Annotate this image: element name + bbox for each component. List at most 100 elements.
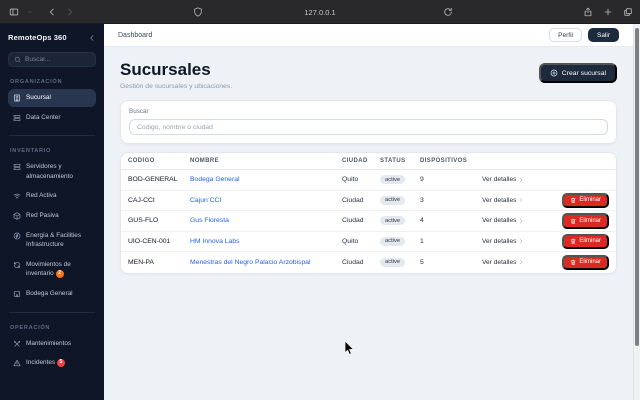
sidebar-item-label: Bodega General (26, 290, 73, 298)
status-badge: active (380, 195, 406, 205)
branch-code: GUS-FLO (128, 217, 159, 225)
branches-table: CODIGO NOMBRE CIUDAD STATUS DISPOSITIVOS BOD… (120, 152, 617, 274)
delete-branch-button[interactable]: Eliminar (561, 213, 609, 229)
status-badge: active (380, 175, 406, 185)
table-row-caj-cci: CAJ-CCI Cajun CCI Ciudad active 3 Ver detalle… (121, 191, 616, 211)
address-bar[interactable]: 127.0.0.1 (304, 0, 335, 24)
sidebar-toggle-icon[interactable] (9, 7, 19, 17)
create-branch-button[interactable]: Crear sucursal (538, 63, 617, 83)
delete-button-label: Eliminar (579, 217, 601, 224)
search-label: Buscar (129, 108, 149, 115)
branch-code: UIO-CEN-001 (128, 237, 171, 245)
view-details-label: Ver detalles (482, 217, 517, 225)
table-header-row: CODIGO NOMBRE CIUDAD STATUS DISPOSITIVOS (121, 153, 616, 170)
table-row-gus-flo: GUS-FLO Gus Floresta Ciudad active 4 Ver deta… (121, 211, 616, 232)
branch-city: Quito (342, 237, 359, 245)
breadcrumb[interactable]: Dashboard (118, 32, 152, 39)
new-tab-icon[interactable] (603, 7, 613, 17)
branch-search-field[interactable] (129, 119, 608, 135)
sidebar-search[interactable] (8, 52, 96, 67)
branch-devices-count: 9 (420, 176, 424, 184)
status-badge: active (380, 257, 406, 267)
delete-button-label: Eliminar (579, 238, 601, 245)
sidebar-search-input[interactable] (25, 56, 90, 63)
search-card: Buscar (120, 100, 617, 144)
branch-name-link[interactable]: Cajun CCI (190, 197, 342, 204)
plus-circle-icon (550, 69, 558, 77)
profile-button[interactable]: Perfil (549, 28, 582, 42)
sidebar-item-label: Data Center (26, 113, 61, 121)
scrollbar-thumb[interactable] (635, 28, 639, 346)
sidebar-item-label: Servidores y almacenamiento (26, 163, 73, 180)
sidebar-divider (9, 135, 95, 137)
share-icon[interactable] (583, 7, 593, 17)
table-row-uio-cen-001: UIO-CEN-001 HM Innova Labs Quito active 1 Ver… (121, 232, 616, 252)
delete-branch-button[interactable]: Eliminar (561, 192, 609, 208)
page-subtitle: Gestión de sucursales y ubicaciones. (120, 83, 233, 90)
server-icon (13, 163, 21, 171)
view-details-link[interactable]: Ver detalles (482, 238, 524, 245)
tabs-overview-icon[interactable] (623, 7, 633, 17)
chevron-right-icon (518, 218, 524, 224)
sidebar-item-bodega-general[interactable]: Bodega General (8, 285, 96, 303)
chevron-right-icon (518, 177, 524, 183)
sidebar-item-red-pasiva[interactable]: Red Pasiva (8, 207, 96, 225)
notification-badge: 2 (55, 270, 64, 279)
table-row-bod-general: BOD-GENERAL Bodega General Quito active 9 Ver… (121, 170, 616, 191)
branch-devices-count: 5 (420, 258, 424, 266)
sidebar-item-sucursal[interactable]: Sucursal (8, 89, 96, 107)
branch-name-link[interactable]: Gus Floresta (190, 217, 342, 224)
app-title: RemoteOps 360 (8, 33, 67, 42)
view-details-link[interactable]: Ver detalles (482, 197, 524, 204)
sidebar-item-energ-a-facilities-infrastructure[interactable]: Energía & Facilities Infrastructure (8, 227, 96, 254)
branch-city: Quito (342, 176, 359, 184)
sidebar-item-data-center[interactable]: Data Center (8, 109, 96, 127)
forward-icon[interactable] (65, 7, 75, 17)
branch-search-input[interactable] (137, 123, 600, 131)
branch-city: Ciudad (342, 217, 364, 225)
branch-name-link[interactable]: Bodega General (190, 176, 342, 183)
sidebar-item-servidores-y-almacenamiento[interactable]: Servidores y almacenamiento (8, 158, 96, 185)
logout-button[interactable]: Salir (587, 28, 619, 42)
sidebar-item-incidentes[interactable]: Incidentes 5 (8, 354, 96, 372)
sidebar-collapse-icon[interactable] (88, 34, 96, 42)
delete-cell: Eliminar (554, 233, 609, 249)
delete-branch-button[interactable]: Eliminar (561, 254, 609, 270)
sidebar-item-mantenimientos[interactable]: Mantenimientos (8, 335, 96, 353)
reload-icon[interactable] (443, 7, 453, 17)
search-icon (14, 56, 21, 63)
branch-name-link[interactable]: Menestras del Negro Palacio Arzobispal (190, 259, 342, 266)
branch-code: BOD-GENERAL (128, 176, 178, 184)
branch-name-link[interactable]: HM Innova Labs (190, 238, 342, 245)
branch-devices-count: 1 (420, 237, 424, 245)
sidebar-item-label: Mantenimientos (26, 339, 72, 347)
sidebar-item-label: Movimientos de inventario 2 (26, 260, 71, 279)
warning-icon (13, 359, 21, 367)
sidebar-item-label: Incidentes 5 (26, 358, 91, 368)
branch-city: Ciudad (342, 258, 364, 266)
delete-branch-button[interactable]: Eliminar (561, 233, 609, 249)
view-details-label: Ver detalles (482, 258, 517, 266)
view-details-label: Ver detalles (482, 237, 517, 245)
delete-cell: Eliminar (554, 213, 609, 229)
sidebar-item-label: Red Activa (26, 192, 57, 200)
view-details-link[interactable]: Ver detalles (482, 176, 524, 183)
box-icon (13, 212, 21, 220)
delete-cell: Eliminar (554, 254, 609, 270)
trash-icon (570, 218, 577, 225)
sidebar-item-movimientos-de-inventario[interactable]: Movimientos de inventario 2 (8, 256, 96, 283)
delete-button-label: Eliminar (579, 197, 601, 204)
store-icon (13, 290, 21, 298)
wifi-icon (13, 192, 21, 200)
back-icon[interactable] (47, 7, 57, 17)
branch-code: MEN-PA (128, 258, 154, 266)
browser-chrome: 127.0.0.1 (0, 0, 640, 24)
chevron-down-icon[interactable] (27, 9, 33, 15)
column-header-nombre: NOMBRE (190, 158, 220, 164)
table-body: BOD-GENERAL Bodega General Quito active 9 Ver… (121, 170, 616, 273)
sidebar-item-red-activa[interactable]: Red Activa (8, 187, 96, 205)
view-details-link[interactable]: Ver detalles (482, 217, 524, 224)
view-details-link[interactable]: Ver detalles (482, 259, 524, 266)
chevron-right-icon (518, 197, 524, 203)
trash-icon (570, 197, 577, 204)
